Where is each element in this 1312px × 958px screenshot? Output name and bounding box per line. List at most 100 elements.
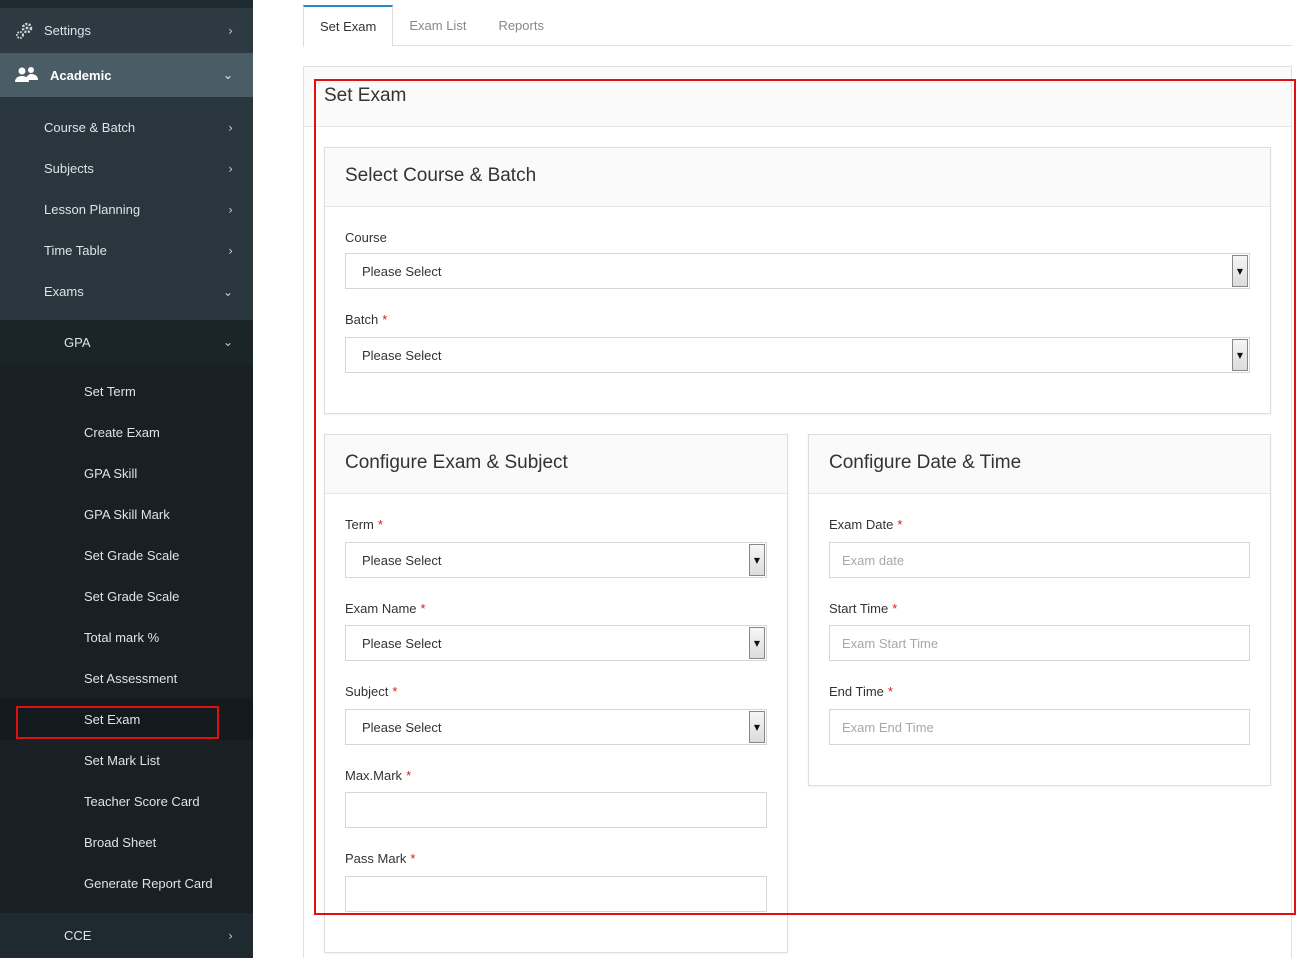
term-select[interactable]: Please Select ▼ [345, 542, 767, 578]
sidebar-item-set-mark-list[interactable]: Set Mark List [0, 740, 253, 781]
sidebar-item-academic[interactable]: Academic ⌄ [0, 53, 253, 97]
chevron-down-icon: ⌄ [222, 68, 233, 82]
sidebar-item-label: Set Assessment [84, 671, 178, 686]
sidebar-item-set-assessment[interactable]: Set Assessment [0, 658, 253, 699]
start-time-input[interactable] [829, 625, 1250, 661]
sidebar-item-set-grade-scale-2[interactable]: Set Grade Scale [0, 576, 253, 617]
required-marker: * [392, 684, 398, 699]
academic-submenu: Course & Batch › Subjects › Lesson Plannin… [0, 97, 253, 320]
gear-icon [14, 21, 34, 41]
sidebar-item-gpa-skill-mark[interactable]: GPA Skill Mark [0, 494, 253, 535]
start-time-label: Start Time * [829, 601, 897, 616]
batch-select-value: Please Select [362, 347, 442, 363]
sidebar-item-label: Broad Sheet [84, 835, 157, 850]
sidebar-item-settings[interactable]: Settings › [0, 8, 253, 53]
chevron-right-icon: › [228, 161, 233, 176]
sidebar-item-label: Set Grade Scale [84, 589, 180, 604]
term-select-value: Please Select [362, 552, 442, 568]
tab-reports[interactable]: Reports [482, 5, 560, 46]
chevron-right-icon: › [228, 23, 233, 38]
sidebar-item-teacher-score-card[interactable]: Teacher Score Card [0, 781, 253, 822]
tab-set-exam[interactable]: Set Exam [303, 5, 394, 47]
sidebar-item-label: Exams [44, 284, 84, 299]
exam-date-input[interactable] [829, 542, 1250, 578]
sidebar-item-time-table[interactable]: Time Table › [0, 230, 253, 271]
dropdown-arrow-icon: ▼ [1232, 339, 1248, 371]
gpa-submenu: Set Term Create Exam GPA Skill GPA Skill… [0, 365, 253, 913]
chevron-right-icon: › [228, 202, 233, 217]
sidebar-item-label: GPA Skill [84, 466, 138, 481]
sidebar-item-gpa[interactable]: GPA ⌄ [0, 320, 253, 364]
subject-select[interactable]: Please Select ▼ [345, 709, 767, 745]
sidebar-item-gpa-skill[interactable]: GPA Skill [0, 453, 253, 494]
sidebar-item-exams[interactable]: Exams ⌄ [0, 271, 253, 312]
required-marker: * [377, 517, 383, 532]
sidebar-item-label: Create Exam [84, 425, 160, 440]
sidebar-item-label: Subjects [44, 161, 94, 176]
dropdown-arrow-icon: ▼ [749, 627, 765, 659]
dropdown-arrow-icon: ▼ [749, 711, 765, 743]
sidebar-item-label: Set Term [84, 384, 136, 399]
sidebar-item-subjects[interactable]: Subjects › [0, 148, 253, 189]
pass-mark-input[interactable] [345, 876, 767, 912]
sidebar-item-broad-sheet[interactable]: Broad Sheet [0, 822, 253, 863]
required-marker: * [410, 851, 416, 866]
exam-name-label: Exam Name * [345, 601, 426, 616]
end-time-label: End Time * [829, 684, 893, 699]
batch-label: Batch * [345, 312, 387, 327]
page-title: Set Exam [304, 67, 1291, 127]
subject-label: Subject * [345, 684, 397, 699]
sidebar-item-label: Settings [44, 23, 91, 38]
max-mark-label-text: Max.Mark [345, 768, 403, 783]
sidebar-item-label: Academic [50, 67, 112, 83]
card-title: Configure Date & Time [809, 435, 1270, 494]
sidebar-item-label: Generate Report Card [84, 876, 213, 891]
chevron-right-icon: › [228, 928, 233, 943]
required-marker: * [406, 768, 412, 783]
batch-label-text: Batch [345, 312, 379, 327]
sidebar-item-label: Teacher Score Card [84, 794, 200, 809]
batch-select[interactable]: Please Select ▼ [345, 337, 1250, 373]
users-icon [14, 65, 40, 85]
card-title: Configure Exam & Subject [325, 435, 787, 494]
max-mark-input[interactable] [345, 792, 767, 828]
sidebar-item-total-mark[interactable]: Total mark % [0, 617, 253, 658]
max-mark-label: Max.Mark * [345, 768, 411, 783]
sidebar-item-set-exam[interactable]: Set Exam [0, 699, 253, 740]
required-marker: * [420, 601, 426, 616]
sidebar-item-set-term[interactable]: Set Term [0, 371, 253, 412]
sidebar-item-cce[interactable]: CCE › [0, 913, 253, 958]
exam-date-label-text: Exam Date [829, 517, 894, 532]
sidebar-item-create-exam[interactable]: Create Exam [0, 412, 253, 453]
sidebar-item-course-batch[interactable]: Course & Batch › [0, 107, 253, 148]
required-marker: * [382, 312, 388, 327]
end-time-label-text: End Time [829, 684, 884, 699]
term-label-text: Term [345, 517, 374, 532]
subject-select-value: Please Select [362, 719, 442, 735]
sidebar-item-lesson-planning[interactable]: Lesson Planning › [0, 189, 253, 230]
required-marker: * [897, 517, 903, 532]
sidebar-item-label: Lesson Planning [44, 202, 141, 217]
sidebar: Settings › Academic ⌄ Course & Batch › Su… [0, 0, 253, 958]
sidebar-item-generate-report-card[interactable]: Generate Report Card [0, 863, 253, 904]
dropdown-arrow-icon: ▼ [749, 544, 765, 576]
chevron-right-icon: › [228, 120, 233, 135]
start-time-label-text: Start Time [829, 601, 889, 616]
chevron-right-icon: › [228, 243, 233, 258]
course-label-text: Course [345, 230, 387, 245]
term-label: Term * [345, 517, 383, 532]
course-select[interactable]: Please Select ▼ [345, 253, 1250, 289]
sidebar-item-label: Total mark % [84, 630, 160, 645]
tab-bar: Set Exam Exam List Reports [303, 5, 1292, 47]
end-time-input[interactable] [829, 709, 1250, 745]
course-label: Course [345, 230, 387, 245]
exam-name-select[interactable]: Please Select ▼ [345, 625, 767, 661]
pass-mark-label-text: Pass Mark [345, 851, 407, 866]
sidebar-item-label: CCE [64, 928, 92, 943]
sidebar-item-label: Course & Batch [44, 120, 136, 135]
pass-mark-label: Pass Mark * [345, 851, 415, 866]
chevron-down-icon: ⌄ [222, 284, 233, 299]
tab-exam-list[interactable]: Exam List [393, 5, 482, 46]
sidebar-item-label: Set Mark List [84, 753, 160, 768]
sidebar-item-set-grade-scale[interactable]: Set Grade Scale [0, 535, 253, 576]
